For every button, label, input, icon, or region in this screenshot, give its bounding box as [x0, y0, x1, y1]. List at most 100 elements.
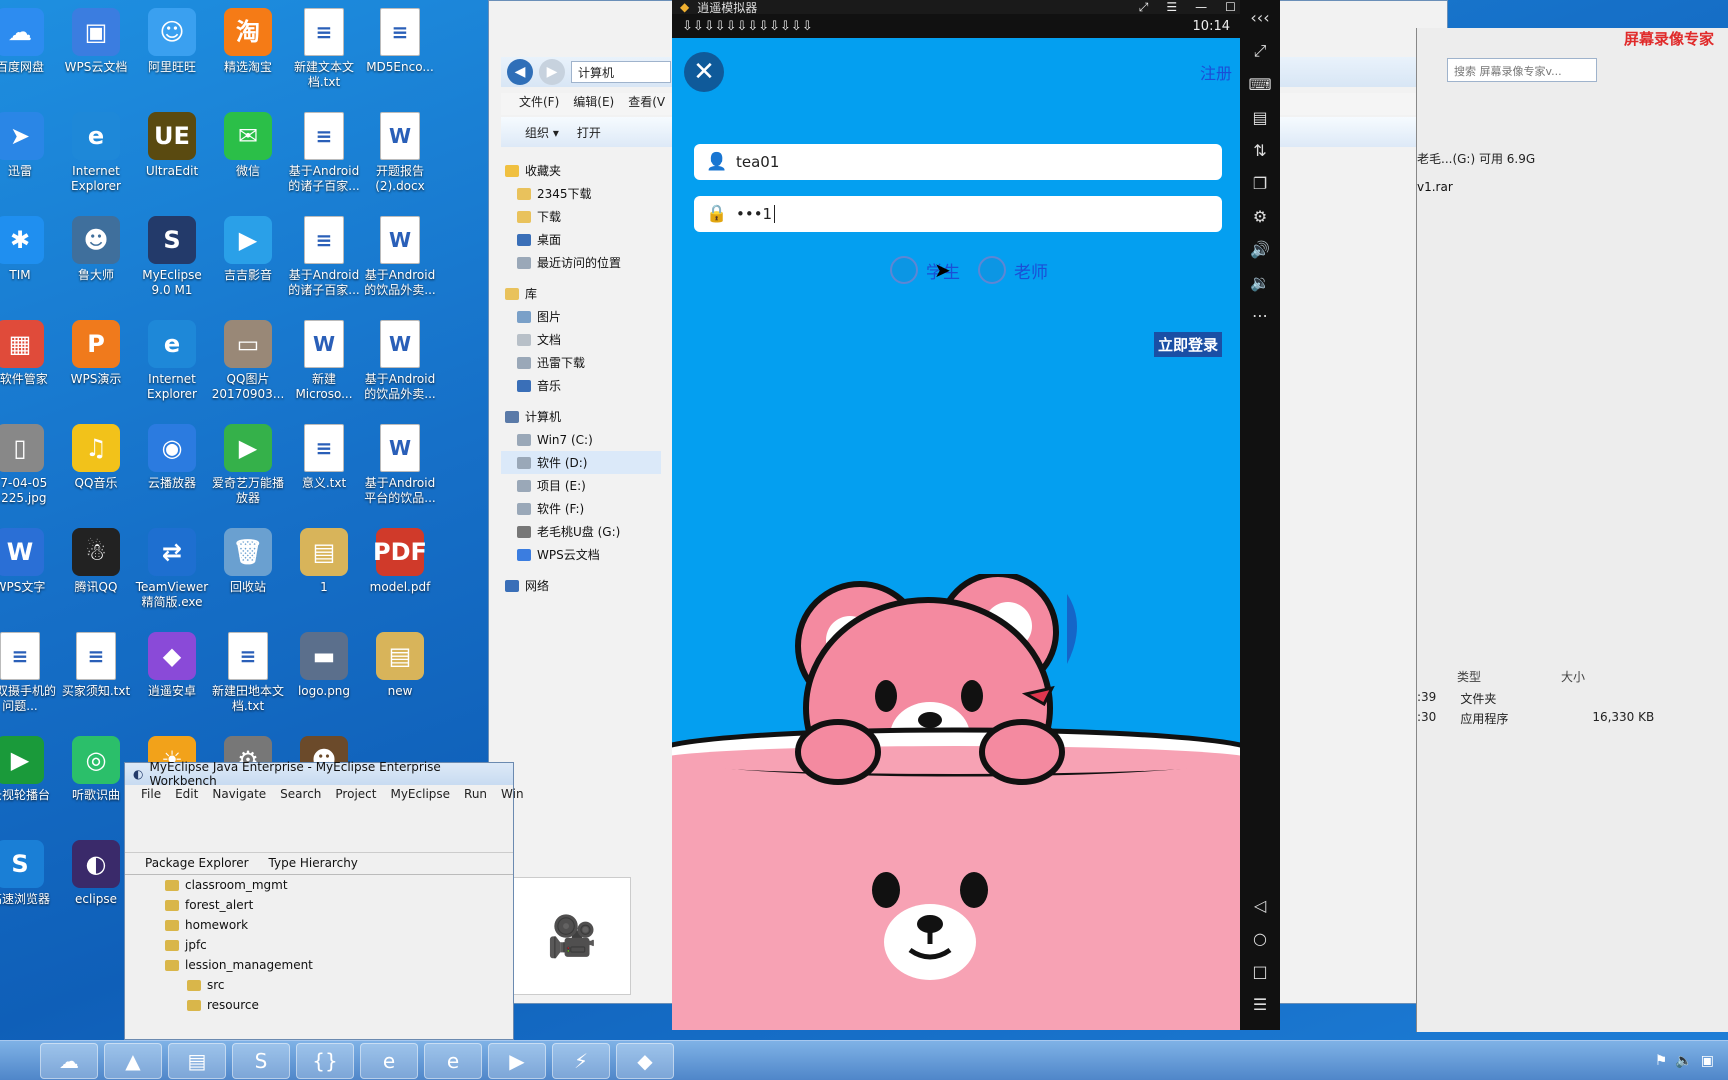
desktop-icon[interactable]: ✱ TIM [0, 216, 58, 283]
apk-install-icon[interactable]: ▤ [1252, 108, 1267, 127]
desktop-icon[interactable]: S MyEclipse 9.0 M1 [134, 216, 210, 298]
menu-item[interactable]: Project [335, 787, 376, 803]
desktop-icon[interactable]: ☺ 阿里旺旺 [134, 8, 210, 75]
menu-item[interactable]: Edit [175, 787, 198, 803]
tree-item[interactable]: Win7 (C:) [501, 428, 661, 451]
desktop-icon[interactable]: ◐ eclipse [58, 840, 134, 907]
project-item[interactable]: homework [165, 915, 513, 935]
desktop-icon[interactable]: 淘精选淘宝 [210, 8, 286, 75]
desktop-icon[interactable]: ▤ 1 [286, 528, 362, 595]
project-item[interactable]: jpfc [165, 935, 513, 955]
desktop-icon[interactable]: ≡ 意义.txt [286, 424, 362, 491]
tree-item[interactable]: 迅雷下载 [501, 351, 661, 374]
home-icon[interactable]: ○ [1253, 929, 1267, 948]
project-item[interactable]: classroom_mgmt [165, 875, 513, 895]
sync-icon[interactable]: ⇅ [1253, 141, 1266, 160]
tree-item[interactable]: 网络 [501, 574, 661, 597]
desktop-icon[interactable]: ≡ MD5Enco... [362, 8, 438, 75]
menu-file[interactable]: 文件(F) [519, 93, 559, 115]
taskbar-app-button[interactable]: ▲ [104, 1042, 162, 1079]
desktop-icon[interactable]: e Internet Explorer [134, 320, 210, 402]
menu-item[interactable]: Search [280, 787, 321, 803]
desktop-icon[interactable]: ☻ 鲁大师 [58, 216, 134, 283]
settings-icon[interactable]: ⚙ [1253, 207, 1267, 226]
menu-item[interactable]: MyEclipse [390, 787, 450, 803]
desktop-icon[interactable]: ≡ 买家须知.txt [58, 632, 134, 699]
desktop-icon[interactable]: W WPS文字 [0, 528, 58, 595]
list-icon[interactable]: ☰ [1253, 995, 1267, 1014]
taskbar-app-button[interactable]: e [360, 1042, 418, 1079]
desktop-icon[interactable]: ▶ 爱奇艺万能播放器 [210, 424, 286, 506]
tree-item[interactable]: WPS云文档 [501, 543, 661, 566]
desktop-icon[interactable]: ▯ 17-04-05 1225.jpg [0, 424, 58, 506]
desktop-icon[interactable]: W 基于Android平台的饮品... [362, 424, 438, 506]
radio-student[interactable] [890, 256, 918, 284]
search-input[interactable]: 搜索 屏幕录像专家v... [1447, 58, 1597, 82]
organize-button[interactable]: 组织 ▾ [525, 124, 559, 141]
desktop-icon[interactable]: ➤ 迅雷 [0, 112, 58, 179]
tree-item[interactable]: 项目 (E:) [501, 474, 661, 497]
desktop-icon[interactable]: ≡ 新建文本文档.txt [286, 8, 362, 90]
menu-edit[interactable]: 编辑(E) [573, 93, 614, 115]
tab-package-explorer[interactable]: Package Explorer [145, 856, 249, 871]
desktop-icon[interactable]: ✉ 微信 [210, 112, 286, 179]
menu-item[interactable]: Win [501, 787, 524, 803]
desktop-icon[interactable]: S 高速浏览器 [0, 840, 58, 907]
desktop-icon[interactable]: ▶ 云视轮播台 [0, 736, 58, 803]
desktop-icon[interactable]: ◎ 听歌识曲 [58, 736, 134, 803]
desktop-icon[interactable]: ≡ 新建田地本文档.txt [210, 632, 286, 714]
column-size[interactable]: 大小 [1561, 668, 1585, 690]
desktop-icon[interactable]: ▶ 吉吉影音 [210, 216, 286, 283]
taskbar-app-button[interactable]: ▶ [488, 1042, 546, 1079]
desktop-icon[interactable]: ⇄ TeamViewer 精简版.exe [134, 528, 210, 610]
desktop-icon[interactable]: ▣ WPS云文档 [58, 8, 134, 75]
username-field[interactable]: 👤 tea01 [694, 144, 1222, 180]
tree-item[interactable]: 计算机 [501, 405, 661, 428]
tree-item[interactable]: 最近访问的位置 [501, 251, 661, 274]
desktop-icon[interactable]: W 基于Android的饮品外卖... [362, 216, 438, 298]
desktop-icon[interactable]: W 基于Android的饮品外卖... [362, 320, 438, 402]
menu-item[interactable]: File [141, 787, 161, 803]
desktop-icon[interactable]: 🗑 回收站 [210, 528, 286, 595]
open-button[interactable]: 打开 [577, 124, 601, 141]
register-link[interactable]: 注册 [1200, 60, 1232, 84]
volume-down-icon[interactable]: 🔉 [1250, 273, 1270, 292]
tree-item[interactable]: 下载 [501, 205, 661, 228]
network-icon[interactable]: ▣ [1701, 1053, 1714, 1069]
tree-item[interactable]: 2345下载 [501, 182, 661, 205]
desktop-icon[interactable]: ≡ 节双摄手机的问题... [0, 632, 58, 714]
tree-item[interactable]: 软件 (F:) [501, 497, 661, 520]
list-item[interactable]: :39 文件夹 [1417, 690, 1728, 710]
desktop-icon[interactable]: ≡ 基于Android的诸子百家... [286, 216, 362, 298]
forward-button[interactable]: ▶ [539, 59, 565, 85]
desktop-icon[interactable]: W 新建Microso... [286, 320, 362, 402]
tree-item[interactable]: 老毛桃U盘 (G:) [501, 520, 661, 543]
taskbar-app-button[interactable]: ▤ [168, 1042, 226, 1079]
desktop-icon[interactable]: ◉ 云播放器 [134, 424, 210, 491]
more-icon[interactable]: ⋯ [1252, 306, 1268, 325]
menu-item[interactable]: Run [464, 787, 487, 803]
menu-icon[interactable]: ☰ [1166, 0, 1177, 15]
taskbar-app-button[interactable]: {} [296, 1042, 354, 1079]
desktop-icon[interactable]: ▬ logo.png [286, 632, 362, 699]
project-item[interactable]: forest_alert [165, 895, 513, 915]
desktop-icon[interactable]: ≡ 基于Android的诸子百家... [286, 112, 362, 194]
desktop-icon[interactable]: UE UltraEdit [134, 112, 210, 179]
desktop-icon[interactable]: e Internet Explorer [58, 112, 134, 194]
radio-teacher[interactable] [978, 256, 1006, 284]
taskbar-app-button[interactable]: ◆ [616, 1042, 674, 1079]
fullscreen-toggle-icon[interactable]: ⤢ [1254, 41, 1267, 61]
project-item[interactable]: lession_management [165, 955, 513, 975]
desktop-icon[interactable]: W 开题报告(2).docx [362, 112, 438, 194]
minimize-icon[interactable]: — [1195, 0, 1207, 15]
volume-icon[interactable]: 🔈 [1675, 1053, 1692, 1069]
tree-item[interactable]: 文档 [501, 328, 661, 351]
multi-window-icon[interactable]: ❐ [1253, 174, 1267, 193]
taskbar-app-button[interactable]: S [232, 1042, 290, 1079]
recents-icon[interactable]: □ [1252, 962, 1267, 981]
package-item[interactable]: resource [165, 995, 513, 1015]
desktop-icon[interactable]: ☁ 百度网盘 [0, 8, 58, 75]
close-icon[interactable]: ✕ [684, 52, 724, 92]
password-field[interactable]: 🔒 •••1 [694, 196, 1222, 232]
volume-up-icon[interactable]: 🔊 [1250, 240, 1270, 259]
